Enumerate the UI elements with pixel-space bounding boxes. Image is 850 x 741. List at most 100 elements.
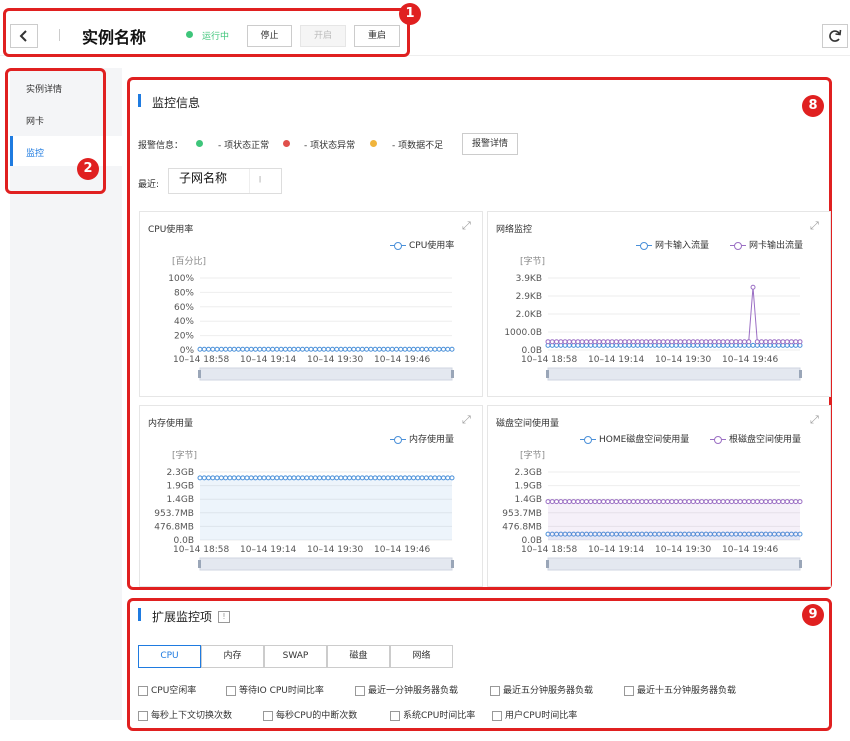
x-tick-label: 10–14 19:46 [374,545,430,555]
data-point [716,499,722,505]
data-point [554,339,560,345]
extended-title: 扩展监控项 [152,610,213,624]
data-point [660,499,666,505]
chart-svg: [字节]3.9KB2.9KB2.0KB1000.0B0.0B10–14 18:5… [504,255,803,381]
subnet-select[interactable]: 子网名称 ǀ [168,168,282,194]
data-point [682,499,688,505]
data-point [575,499,581,505]
zoom-slider [547,367,801,381]
alarm-normal-text: - 项状态正常 [218,141,270,151]
data-point [295,475,301,481]
tab-network[interactable]: 网络 [390,645,453,668]
x-tick-label: 10–14 18:58 [173,545,229,555]
data-point [763,339,769,345]
data-point [596,339,602,345]
data-point [321,475,327,481]
back-button[interactable] [10,24,38,48]
x-tick-label: 10–14 19:14 [240,355,296,365]
series-area [200,477,452,540]
checkbox-load15[interactable]: 最近十五分钟服务器负载 [624,683,736,696]
data-point [626,339,632,345]
checkbox-iowait[interactable]: 等待IO CPU时间比率 [226,683,324,696]
x-tick-label: 10–14 19:30 [307,355,363,365]
data-point [669,339,675,345]
refresh-button[interactable] [822,24,848,48]
zoom-handle-right [451,370,454,378]
checkbox-box[interactable] [263,710,273,721]
y-tick-label: 2.3GB [515,468,542,478]
data-point [300,475,306,481]
tab-swap[interactable]: SWAP [264,645,327,668]
tab-memory[interactable]: 内存 [201,645,264,668]
data-point [329,346,335,352]
checkbox-context-switch[interactable]: 每秒上下文切换次数 [138,708,232,721]
data-point [724,499,730,505]
data-point [699,339,705,345]
alarm-detail-button[interactable]: 报警详情 [462,133,518,155]
y-tick-label: 20% [174,332,194,342]
stop-button[interactable]: 停止 [247,25,292,47]
checkbox-box[interactable] [492,710,502,721]
data-point [368,346,374,352]
tab-cpu[interactable]: CPU [138,645,201,668]
data-point [571,339,577,345]
status-text: 运行中 [202,32,230,42]
checkbox-load5[interactable]: 最近五分钟服务器负载 [490,683,593,696]
data-point [771,499,777,505]
data-point [703,499,709,505]
data-point [389,346,395,352]
data-point [274,475,280,481]
checkbox-box[interactable] [226,685,236,696]
info-icon[interactable]: ! [218,611,230,623]
checkbox-box[interactable] [355,685,365,696]
checkbox-interrupts[interactable]: 每秒CPU的中断次数 [263,708,357,721]
checkbox-box[interactable] [624,685,634,696]
zoom-handle-left [198,560,201,568]
data-point [767,339,773,345]
checkbox-box[interactable] [138,685,148,696]
checkbox-box[interactable] [390,710,400,721]
alarm-insufficient-dot [370,140,377,147]
data-point [240,346,246,352]
data-point [656,339,662,345]
data-point [566,339,572,345]
data-point [402,475,408,481]
start-button[interactable]: 开启 [300,25,346,47]
data-point [754,339,760,345]
checkbox-box[interactable] [490,685,500,696]
checkbox-load1[interactable]: 最近一分钟服务器负载 [355,683,458,696]
checkbox-box[interactable] [138,710,148,721]
data-point [630,339,636,345]
data-point [677,499,683,505]
checkbox-label: 最近五分钟服务器负载 [503,686,594,696]
tab-disk[interactable]: 磁盘 [327,645,390,668]
data-point [712,499,718,505]
data-point [780,499,786,505]
data-point [737,339,743,345]
data-point [359,346,365,352]
data-point [261,346,267,352]
checkbox-cpu-idle[interactable]: CPU空闲率 [138,683,196,696]
data-point [321,346,327,352]
data-point [197,475,203,481]
data-point [253,346,259,352]
restart-button[interactable]: 重启 [354,25,400,47]
data-point [613,499,619,505]
y-tick-label: 2.3GB [167,468,194,478]
data-point [703,339,709,345]
section-accent [138,608,141,621]
data-point [771,339,777,345]
data-point [346,475,352,481]
checkbox-system-cpu[interactable]: 系统CPU时间比率 [390,708,475,721]
data-point [665,499,671,505]
checkbox-user-cpu[interactable]: 用户CPU时间比率 [492,708,577,721]
alarm-insufficient-text: - 项数据不足 [392,141,444,151]
data-point [579,339,585,345]
y-tick-label: 476.8MB [502,522,542,532]
data-point [605,499,611,505]
data-point [712,339,718,345]
data-point [411,346,417,352]
data-point [763,499,769,505]
refresh-icon [829,29,842,42]
data-point [300,346,306,352]
